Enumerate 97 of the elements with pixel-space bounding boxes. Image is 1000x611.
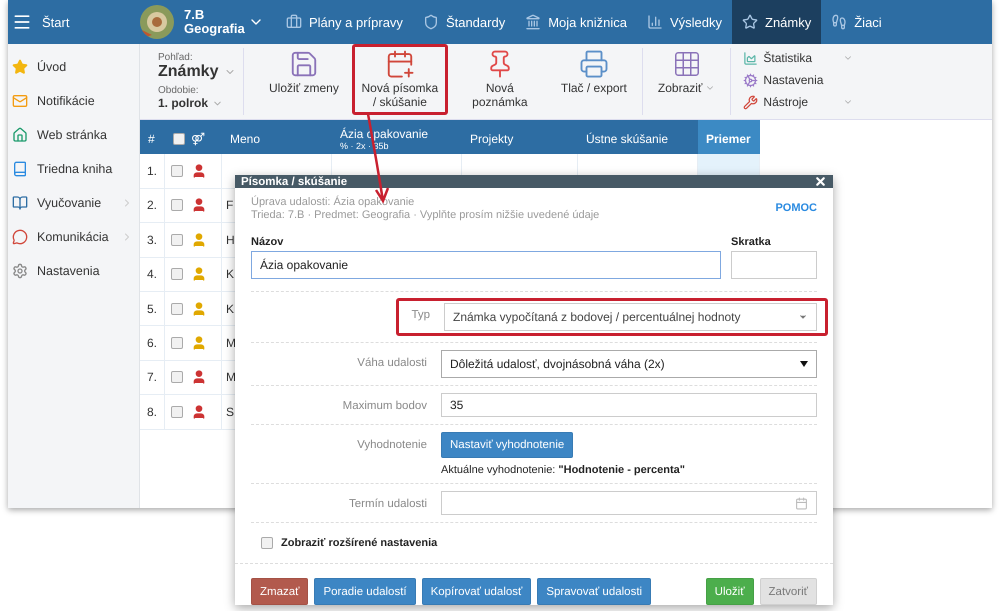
shield-icon — [422, 14, 439, 30]
calendar-icon[interactable] — [795, 496, 808, 510]
dialog-button[interactable]: Poradie udalostí — [314, 578, 416, 605]
sidebar-item[interactable]: Nastavenia — [8, 254, 139, 288]
sidebar-item[interactable]: Web stránka — [8, 118, 139, 152]
row-number: 8. — [140, 395, 165, 430]
book-icon — [12, 161, 28, 177]
bar-chart-icon — [646, 14, 663, 30]
female-avatar-icon — [191, 300, 207, 317]
envelope-icon — [12, 93, 28, 109]
sidebar-item[interactable]: Vyučovanie — [8, 186, 139, 220]
set-evaluation-button[interactable]: Nastaviť vyhodnotenie — [441, 432, 574, 458]
period-label: Obdobie: — [158, 85, 200, 96]
row-checkbox[interactable] — [171, 165, 183, 178]
star-icon — [12, 59, 28, 75]
dialog-button[interactable]: Zmazať — [251, 578, 308, 605]
row-checkbox[interactable] — [171, 302, 183, 315]
row-checkbox[interactable] — [171, 406, 183, 418]
max-points-input[interactable]: 35 — [441, 393, 817, 417]
select-all-checkbox[interactable] — [173, 133, 185, 145]
max-points-label: Maximum bodov — [342, 399, 428, 412]
toolbar-menu-item[interactable]: Nastavenia — [743, 70, 854, 90]
star-icon — [742, 14, 758, 30]
start-link[interactable]: Štart — [42, 14, 70, 30]
advanced-checkbox[interactable] — [261, 537, 273, 549]
row-checkbox[interactable] — [171, 268, 183, 280]
open-book-icon — [12, 195, 28, 211]
period-dropdown[interactable]: 1. polrok — [158, 96, 243, 110]
male-avatar-icon — [191, 369, 207, 386]
row-number: 1. — [140, 154, 165, 189]
subject-name: Geografia — [184, 22, 246, 36]
dialog-button[interactable]: Kopírovať udalosť — [422, 578, 532, 605]
library-icon — [525, 14, 542, 30]
toolbar-button[interactable]: Nová písomka / skúšanie — [352, 44, 448, 115]
row-checkbox[interactable] — [171, 199, 183, 212]
caret-icon — [800, 361, 808, 367]
chat-bubble-icon — [12, 229, 28, 245]
settings-icon — [12, 263, 28, 279]
display-button[interactable]: Zobraziť — [648, 44, 724, 115]
nav-tab[interactable]: Známky — [732, 0, 822, 44]
sidebar-item[interactable]: Úvod — [8, 50, 139, 84]
current-evaluation: Aktuálne vyhodnotenie: "Hodnotenie - percenta" — [441, 464, 686, 476]
row-checkbox[interactable] — [171, 371, 183, 384]
row-number: 6. — [140, 326, 165, 361]
toolbar-menu-item[interactable]: Štatistika — [743, 48, 854, 68]
view-label: Pohľad: — [158, 52, 194, 63]
male-avatar-icon — [191, 197, 207, 214]
gender-header: ⚤ — [191, 132, 205, 146]
nav-tab[interactable]: Plány a prípravy — [276, 0, 413, 44]
toolbar-menu-item[interactable]: Nástroje — [743, 92, 854, 112]
date-input[interactable] — [441, 491, 817, 515]
area-chart-icon — [743, 50, 758, 66]
close-icon[interactable] — [814, 175, 827, 188]
female-avatar-icon — [191, 232, 207, 248]
row-number: 3. — [140, 223, 165, 258]
type-label: Typ — [410, 308, 431, 321]
dialog-title: Písomka / skúšanie — [241, 176, 348, 188]
toolbar-button[interactable]: Uložiť zmeny — [260, 44, 348, 115]
weight-select[interactable]: Dôležitá udalosť, dvojnásobná váha (2x) — [441, 350, 817, 378]
footprints-icon — [831, 14, 848, 30]
term-label: Termín udalosti — [348, 497, 428, 510]
abbreviation-label: Skratka — [731, 236, 772, 248]
female-avatar-icon — [191, 266, 207, 282]
advanced-settings-label: Zobraziť rozšírené nastavenia — [281, 537, 438, 549]
printer-icon — [578, 49, 609, 79]
nav-tab[interactable]: Žiaci — [821, 0, 892, 44]
male-avatar-icon — [191, 404, 207, 420]
type-select[interactable]: Známka vypočítaná z bodovej / percentuálnej hodnoty — [444, 303, 817, 331]
row-number: 4. — [140, 258, 165, 292]
toolbar-button[interactable]: Nová poznámka — [452, 44, 548, 115]
evaluation-label: Vyhodnotenie — [356, 438, 428, 451]
row-number: 7. — [140, 360, 165, 396]
sidebar-item[interactable]: Triedna kniha — [8, 152, 139, 186]
weight-label: Váha udalosti — [356, 356, 428, 369]
row-number: 5. — [140, 292, 165, 326]
toolbar-button[interactable]: Tlač / export — [552, 44, 636, 115]
row-checkbox[interactable] — [171, 337, 183, 350]
class-name: 7.B — [184, 8, 206, 22]
nav-tab[interactable]: Výsledky — [636, 0, 732, 44]
house-icon — [12, 127, 28, 143]
nav-tab[interactable]: Moja knižnica — [515, 0, 637, 44]
row-number: 2. — [140, 188, 165, 224]
row-checkbox[interactable] — [171, 234, 183, 246]
sidebar-item[interactable]: Notifikácie — [8, 84, 139, 118]
nav-tab[interactable]: Štandardy — [412, 0, 516, 44]
male-avatar-icon — [191, 163, 207, 180]
female-avatar-icon — [191, 335, 207, 352]
wrench-icon — [743, 94, 758, 110]
help-link[interactable]: POMOC — [775, 202, 817, 222]
sidebar-item[interactable]: Komunikácia — [8, 220, 139, 254]
dialog-button[interactable]: Spravovať udalosti — [537, 578, 652, 605]
cog-icon — [743, 72, 758, 88]
briefcase-icon — [286, 14, 302, 30]
name-input[interactable]: Ázia opakovanie — [251, 251, 721, 279]
abbreviation-input[interactable] — [731, 251, 817, 279]
view-dropdown[interactable]: Známky — [158, 63, 243, 81]
name-label: Názov — [251, 236, 284, 248]
